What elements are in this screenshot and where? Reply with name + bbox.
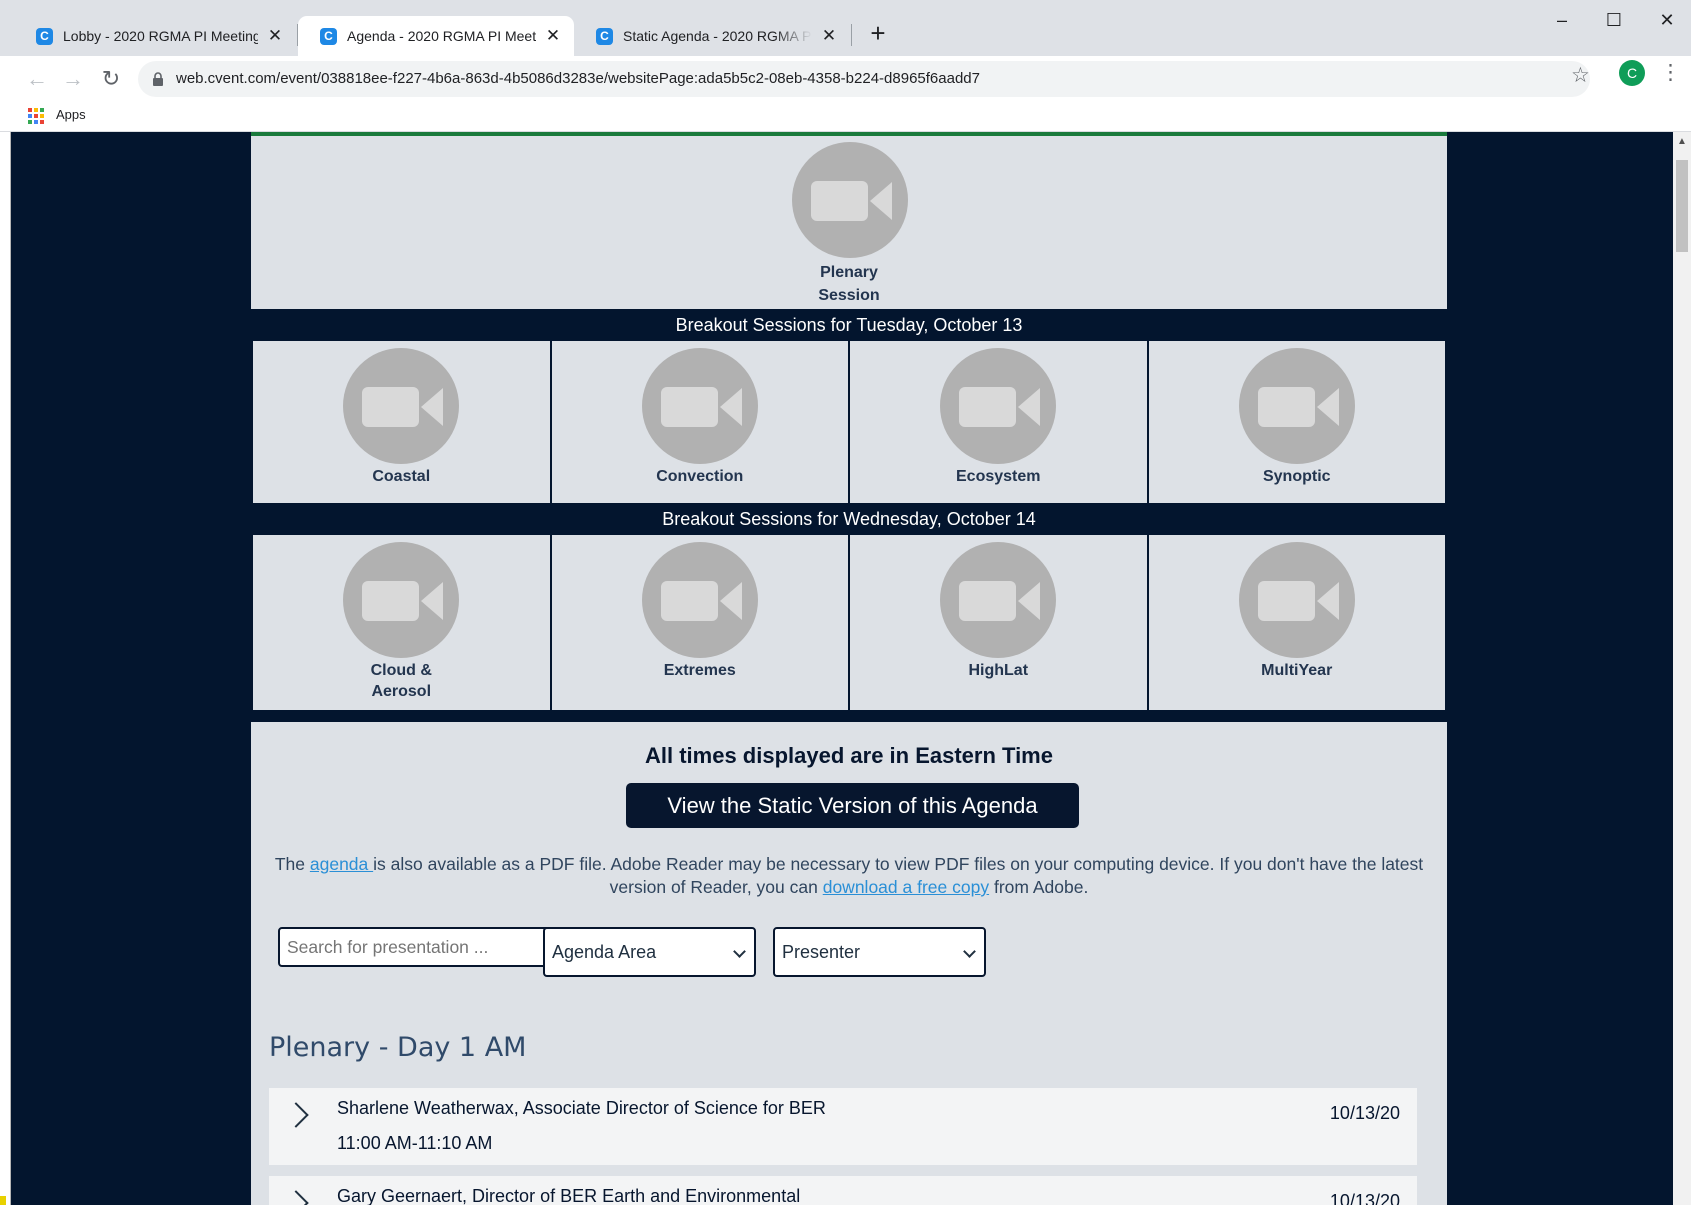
agenda-item-title: Sharlene Weatherwax, Associate Director … bbox=[337, 1098, 826, 1118]
session-tile-extremes[interactable]: Extremes bbox=[551, 535, 848, 710]
agenda-item-title: Gary Geernaert, Director of BER Earth an… bbox=[337, 1186, 801, 1205]
agenda-item-date: 10/13/20 bbox=[1329, 1103, 1400, 1123]
scroll-thumb[interactable] bbox=[1676, 160, 1688, 252]
tab-static-agenda[interactable]: C Static Agenda - 2020 RGMA PI Meeting ✕ bbox=[574, 16, 850, 56]
page-viewport: Plenary Session Breakout Sessions for Tu… bbox=[11, 132, 1673, 1205]
day-heading: Plenary - Day 1 AM bbox=[269, 1032, 527, 1063]
search-input[interactable] bbox=[278, 927, 557, 967]
video-camera-icon[interactable] bbox=[1238, 348, 1355, 464]
page-content: Plenary Session Breakout Sessions for Tu… bbox=[251, 132, 1447, 1205]
apps-bookmark[interactable]: Apps bbox=[56, 107, 86, 122]
back-icon[interactable]: ← bbox=[21, 63, 53, 95]
tab-title: Lobby - 2020 RGMA PI Meeting bbox=[63, 28, 258, 44]
forward-icon[interactable]: → bbox=[57, 63, 89, 95]
url-text: web.cvent.com/event/038818ee-f227-4b6a-8… bbox=[176, 70, 980, 87]
close-tab-icon[interactable]: ✕ bbox=[544, 27, 562, 45]
browser-menu-icon[interactable]: ⋮ bbox=[1660, 60, 1681, 86]
chevron-right-icon[interactable] bbox=[283, 1102, 309, 1128]
bookmark-star-icon[interactable]: ☆ bbox=[1571, 63, 1590, 88]
chevron-right-icon[interactable] bbox=[283, 1190, 309, 1205]
video-camera-icon[interactable] bbox=[940, 542, 1057, 658]
video-camera-icon[interactable] bbox=[641, 542, 758, 658]
tab-separator bbox=[851, 24, 852, 46]
video-camera-icon[interactable] bbox=[1238, 542, 1355, 658]
vertical-scrollbar[interactable]: ▲ bbox=[1673, 132, 1691, 1205]
agenda-pdf-link[interactable]: agenda bbox=[310, 854, 373, 874]
plenary-session-tile[interactable]: Plenary Session bbox=[251, 136, 1447, 309]
cvent-favicon-icon: C bbox=[36, 27, 53, 45]
chevron-down-icon bbox=[733, 945, 746, 958]
profile-avatar[interactable]: C bbox=[1619, 60, 1645, 86]
pdf-note: The agenda is also available as a PDF fi… bbox=[269, 853, 1429, 899]
session-tile-cloud-aerosol[interactable]: Cloud & Aerosol bbox=[253, 535, 550, 710]
video-camera-icon[interactable] bbox=[641, 348, 758, 464]
lock-icon bbox=[153, 72, 163, 86]
session-label: Cloud & Aerosol bbox=[370, 662, 432, 700]
video-camera-icon[interactable] bbox=[343, 542, 460, 658]
scroll-up-icon[interactable]: ▲ bbox=[1677, 136, 1687, 147]
chevron-down-icon bbox=[963, 945, 976, 958]
window-left-edge bbox=[0, 132, 11, 1205]
video-camera-icon[interactable] bbox=[343, 348, 460, 464]
session-label: Coastal bbox=[372, 468, 431, 485]
agenda-item-time: 11:00 AM-11:10 AM bbox=[337, 1133, 493, 1153]
apps-grid-icon[interactable] bbox=[28, 108, 44, 124]
tab-title: Static Agenda - 2020 RGMA PI Meeting bbox=[623, 28, 812, 44]
reload-icon[interactable]: ↻ bbox=[95, 63, 127, 95]
taskbar-marker bbox=[0, 1196, 6, 1205]
video-camera-icon[interactable] bbox=[792, 142, 908, 258]
new-tab-icon[interactable]: + bbox=[864, 20, 892, 48]
breakout-heading-tuesday: Breakout Sessions for Tuesday, October 1… bbox=[675, 315, 1023, 335]
browser-toolbar: ← → ↻ web.cvent.com/event/038818ee-f227-… bbox=[0, 56, 1691, 102]
close-tab-icon[interactable]: ✕ bbox=[820, 27, 838, 45]
session-tile-convection[interactable]: Convection bbox=[551, 341, 848, 503]
session-label: Ecosystem bbox=[956, 468, 1041, 485]
breakout-row-tuesday: Coastal Convection Ecosystem Synoptic bbox=[251, 341, 1447, 503]
session-tile-ecosystem[interactable]: Ecosystem bbox=[850, 341, 1147, 503]
plenary-session-label: Plenary Session bbox=[818, 264, 880, 304]
window-close-icon[interactable]: ✕ bbox=[1647, 6, 1687, 34]
view-static-agenda-button[interactable]: View the Static Version of this Agenda bbox=[626, 783, 1079, 828]
tab-strip: C Lobby - 2020 RGMA PI Meeting ✕ C Agend… bbox=[0, 0, 1691, 60]
agenda-item[interactable]: Sharlene Weatherwax, Associate Director … bbox=[269, 1088, 1417, 1165]
session-label: Extremes bbox=[663, 662, 736, 679]
presenter-value: Presenter bbox=[782, 942, 861, 962]
cvent-favicon-icon: C bbox=[320, 27, 337, 45]
agenda-item-date: 10/13/20 bbox=[1329, 1191, 1400, 1205]
tab-agenda[interactable]: C Agenda - 2020 RGMA PI Meeting ✕ bbox=[298, 16, 574, 56]
download-reader-link[interactable]: download a free copy bbox=[823, 877, 989, 897]
agenda-area-value: Agenda Area bbox=[552, 942, 657, 962]
session-label: MultiYear bbox=[1261, 662, 1333, 679]
session-label: Synoptic bbox=[1262, 468, 1331, 485]
tab-title: Agenda - 2020 RGMA PI Meeting bbox=[347, 28, 536, 44]
agenda-area-select[interactable]: Agenda Area bbox=[543, 927, 756, 977]
timezone-note: All times displayed are in Eastern Time bbox=[645, 743, 1053, 768]
breakout-row-wednesday: Cloud & Aerosol Extremes HighLat MultiYe… bbox=[251, 535, 1447, 710]
session-tile-multiyear[interactable]: MultiYear bbox=[1148, 535, 1445, 710]
browser-chrome: C Lobby - 2020 RGMA PI Meeting ✕ C Agend… bbox=[0, 0, 1691, 132]
bookmarks-bar: Apps bbox=[0, 98, 1691, 132]
cvent-favicon-icon: C bbox=[596, 27, 613, 45]
presenter-select[interactable]: Presenter bbox=[773, 927, 986, 977]
session-tile-synoptic[interactable]: Synoptic bbox=[1148, 341, 1445, 503]
session-label: Convection bbox=[656, 468, 744, 485]
pdf-note-text: from Adobe. bbox=[989, 877, 1089, 897]
pdf-note-text: The bbox=[274, 854, 310, 874]
tab-lobby[interactable]: C Lobby - 2020 RGMA PI Meeting ✕ bbox=[14, 16, 296, 56]
maximize-icon[interactable]: ☐ bbox=[1594, 6, 1634, 34]
video-camera-icon[interactable] bbox=[940, 348, 1057, 464]
close-tab-icon[interactable]: ✕ bbox=[266, 27, 284, 45]
session-tile-coastal[interactable]: Coastal bbox=[253, 341, 550, 503]
agenda-section: All times displayed are in Eastern Time … bbox=[251, 722, 1447, 1205]
agenda-item[interactable]: Gary Geernaert, Director of BER Earth an… bbox=[269, 1176, 1417, 1205]
breakout-heading-wednesday: Breakout Sessions for Wednesday, October… bbox=[662, 509, 1036, 529]
session-label: HighLat bbox=[968, 662, 1029, 679]
address-bar[interactable]: web.cvent.com/event/038818ee-f227-4b6a-8… bbox=[138, 61, 1590, 97]
minimize-icon[interactable]: – bbox=[1542, 6, 1582, 34]
session-tile-highlat[interactable]: HighLat bbox=[850, 535, 1147, 710]
